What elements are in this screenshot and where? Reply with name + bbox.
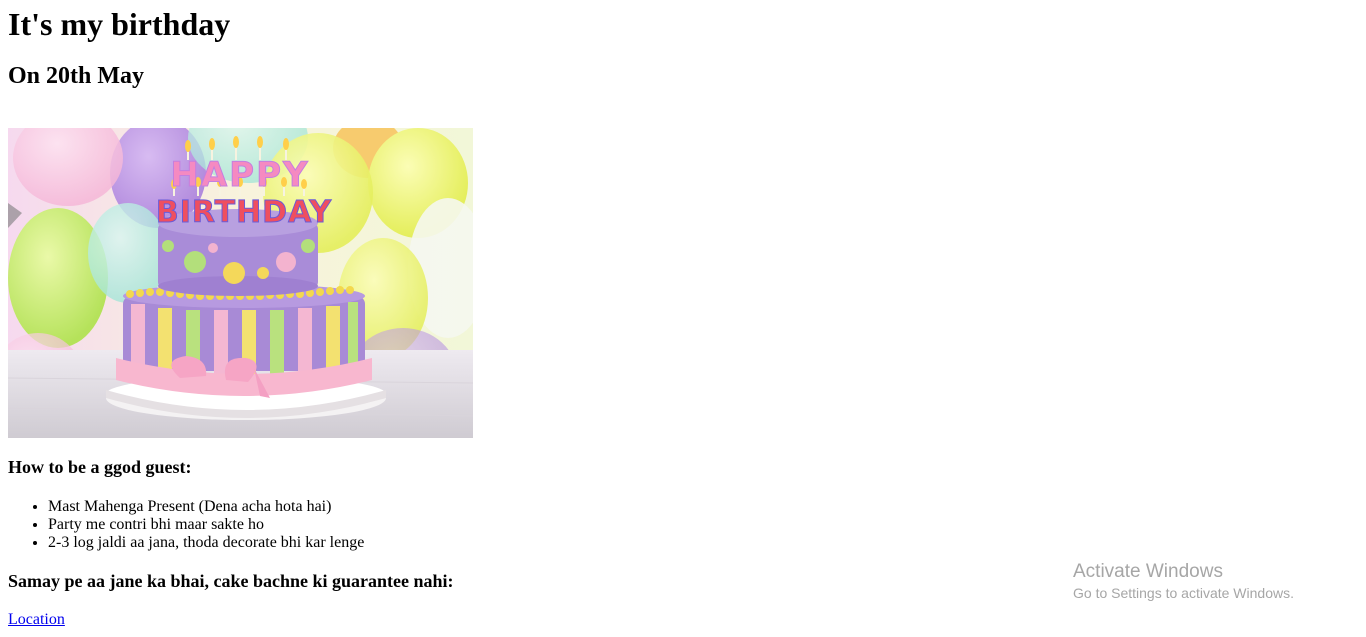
page-title: It's my birthday [8, 6, 231, 42]
punctuality-warning: Samay pe aa jane ka bhai, cake bachne ki… [8, 571, 454, 591]
guest-tips-list: Mast Mahenga Present (Dena acha hota hai… [8, 498, 364, 552]
activate-windows-watermark: Activate Windows Go to Settings to activ… [1073, 561, 1294, 602]
birthday-cake-image: HAPPY BIRTHDAY [8, 128, 473, 438]
cake-topper-birthday: BIRTHDAY [156, 195, 333, 230]
location-link[interactable]: Location [8, 611, 65, 629]
list-item: Party me contri bhi maar sakte ho [48, 516, 364, 534]
watermark-subtitle: Go to Settings to activate Windows. [1073, 585, 1294, 601]
list-item: Mast Mahenga Present (Dena acha hota hai… [48, 498, 364, 516]
list-item: 2-3 log jaldi aa jana, thoda decorate bh… [48, 534, 364, 552]
party-date: On 20th May [8, 63, 145, 89]
page: It's my birthday On 20th May HAPPY BIRTH… [0, 0, 1366, 637]
watermark-title: Activate Windows [1073, 561, 1223, 582]
guest-tips-heading: How to be a ggod guest: [8, 457, 192, 477]
cake-topper-happy: HAPPY [170, 155, 309, 195]
